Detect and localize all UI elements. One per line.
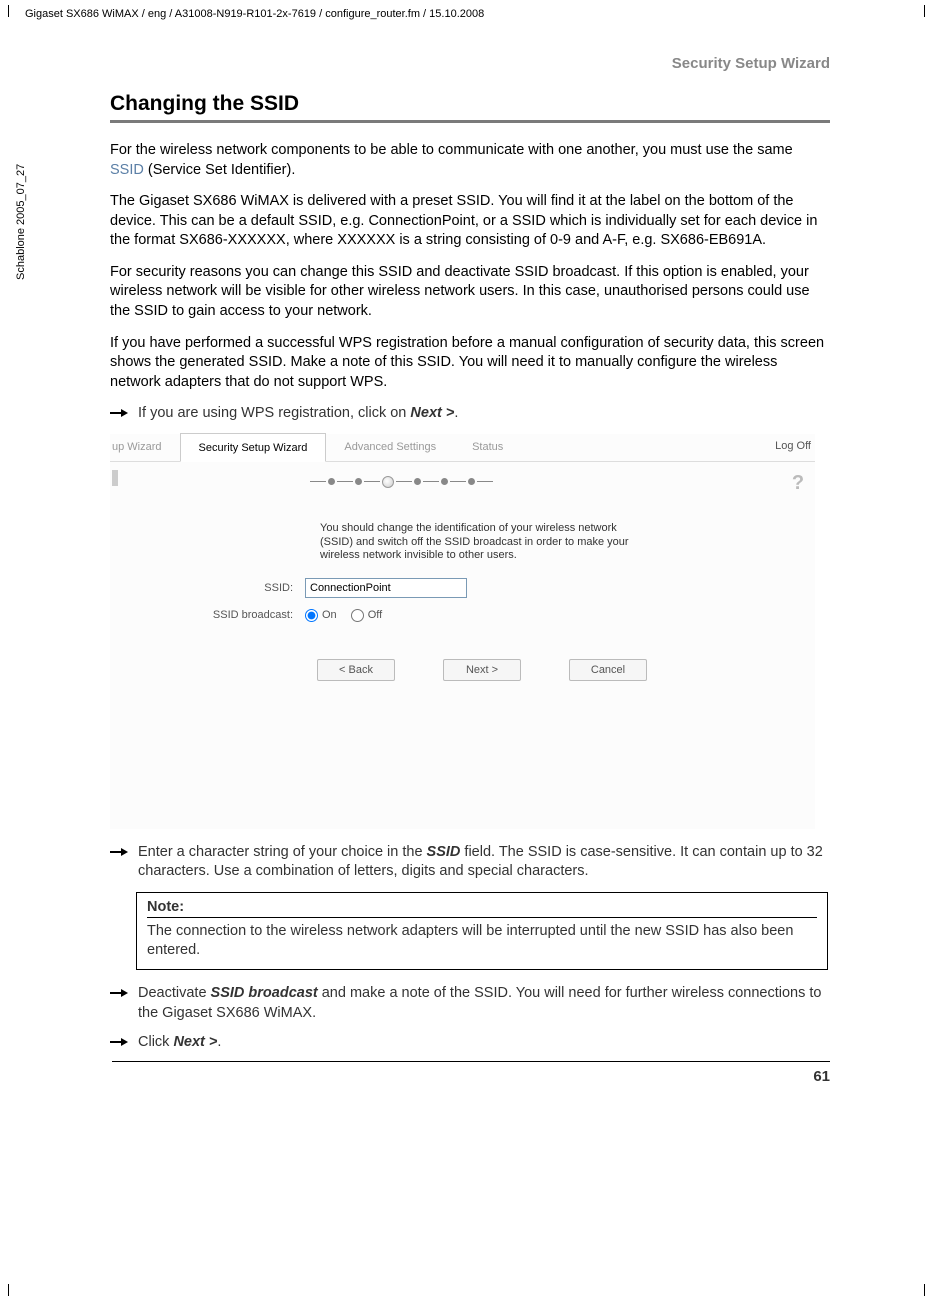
ssid-input[interactable] (305, 578, 467, 598)
instruction-text: If you are using WPS registration, click… (138, 404, 830, 424)
crop-mark (8, 1284, 9, 1296)
instruction-text: Click Next >. (138, 1033, 830, 1053)
note-body: The connection to the wireless network a… (147, 922, 817, 961)
text: If you are using WPS registration, click… (138, 405, 410, 421)
step-dot (355, 478, 362, 485)
cancel-button[interactable]: Cancel (569, 659, 647, 681)
doc-meta-header: Gigaset SX686 WiMAX / eng / A31008-N919-… (25, 8, 484, 20)
note-box: Note: The connection to the wireless net… (136, 892, 828, 970)
arrow-icon (110, 1037, 128, 1047)
note-title: Note: (147, 899, 817, 918)
next-label: Next > (410, 405, 454, 421)
text: For the wireless network components to b… (110, 142, 793, 158)
step-dash (364, 481, 380, 482)
radio-on-label[interactable]: On (305, 609, 337, 622)
step-dash (423, 481, 439, 482)
text: . (217, 1034, 221, 1050)
step-dash (310, 481, 326, 482)
arrow-icon (110, 408, 128, 418)
text: (Service Set Identifier). (144, 162, 296, 178)
step-dash (337, 481, 353, 482)
logoff-link[interactable]: Log Off (775, 440, 811, 452)
radio-on[interactable] (305, 609, 318, 622)
ssid-label: SSID: (110, 582, 305, 594)
text: Click (138, 1034, 173, 1050)
paragraph-1: For the wireless network components to b… (110, 141, 830, 180)
wizard-steps (310, 476, 493, 488)
instruction-row: Enter a character string of your choice … (110, 843, 830, 882)
step-dot (441, 478, 448, 485)
arrow-icon (110, 847, 128, 857)
ssid-row: SSID: (110, 578, 467, 598)
ssid-bold: SSID (427, 844, 461, 860)
broadcast-row: SSID broadcast: On Off (110, 609, 382, 622)
tab-status[interactable]: Status (454, 433, 521, 461)
radio-on-text: On (322, 609, 337, 621)
page-number: 61 (112, 1061, 830, 1085)
paragraph-4: If you have performed a successful WPS r… (110, 334, 830, 393)
text: Deactivate (138, 985, 211, 1001)
step-current (382, 476, 394, 488)
radio-off-label[interactable]: Off (351, 609, 382, 622)
left-accent-bar (112, 470, 118, 486)
wizard-buttons: < Back Next > Cancel (317, 659, 647, 681)
wizard-screenshot: up Wizard Security Setup Wizard Advanced… (110, 434, 815, 829)
doc-side-template: Schablone 2005_07_27 (15, 164, 27, 280)
step-dot (328, 478, 335, 485)
section-header: Security Setup Wizard (110, 55, 830, 72)
step-dash (450, 481, 466, 482)
title-underline (110, 120, 830, 123)
broadcast-label: SSID broadcast: (110, 609, 305, 621)
wizard-instruction: You should change the identification of … (320, 522, 630, 563)
text: Enter a character string of your choice … (138, 844, 427, 860)
broadcast-radios: On Off (305, 609, 382, 622)
step-dot (468, 478, 475, 485)
step-dot (414, 478, 421, 485)
crop-mark (8, 5, 9, 17)
tab-bar: up Wizard Security Setup Wizard Advanced… (110, 434, 815, 462)
step-dash (477, 481, 493, 482)
next-bold: Next > (173, 1034, 217, 1050)
help-icon[interactable]: ? (787, 472, 809, 494)
arrow-icon (110, 988, 128, 998)
radio-off[interactable] (351, 609, 364, 622)
instruction-row: Deactivate SSID broadcast and make a not… (110, 984, 830, 1023)
page-title: Changing the SSID (110, 92, 830, 116)
instruction-row: Click Next >. (110, 1033, 830, 1053)
tab-security-setup-wizard[interactable]: Security Setup Wizard (180, 433, 327, 462)
text: . (454, 405, 458, 421)
next-button[interactable]: Next > (443, 659, 521, 681)
back-button[interactable]: < Back (317, 659, 395, 681)
crop-mark (924, 1284, 925, 1296)
instruction-row: If you are using WPS registration, click… (110, 404, 830, 424)
paragraph-3: For security reasons you can change this… (110, 263, 830, 322)
instruction-text: Deactivate SSID broadcast and make a not… (138, 984, 830, 1023)
step-dash (396, 481, 412, 482)
tab-advanced-settings[interactable]: Advanced Settings (326, 433, 454, 461)
ssid-link: SSID (110, 162, 144, 178)
tab-setup-wizard[interactable]: up Wizard (110, 433, 180, 461)
instruction-text: Enter a character string of your choice … (138, 843, 830, 882)
crop-mark (924, 5, 925, 17)
paragraph-2: The Gigaset SX686 WiMAX is delivered wit… (110, 192, 830, 251)
broadcast-bold: SSID broadcast (211, 985, 318, 1001)
radio-off-text: Off (368, 609, 382, 621)
